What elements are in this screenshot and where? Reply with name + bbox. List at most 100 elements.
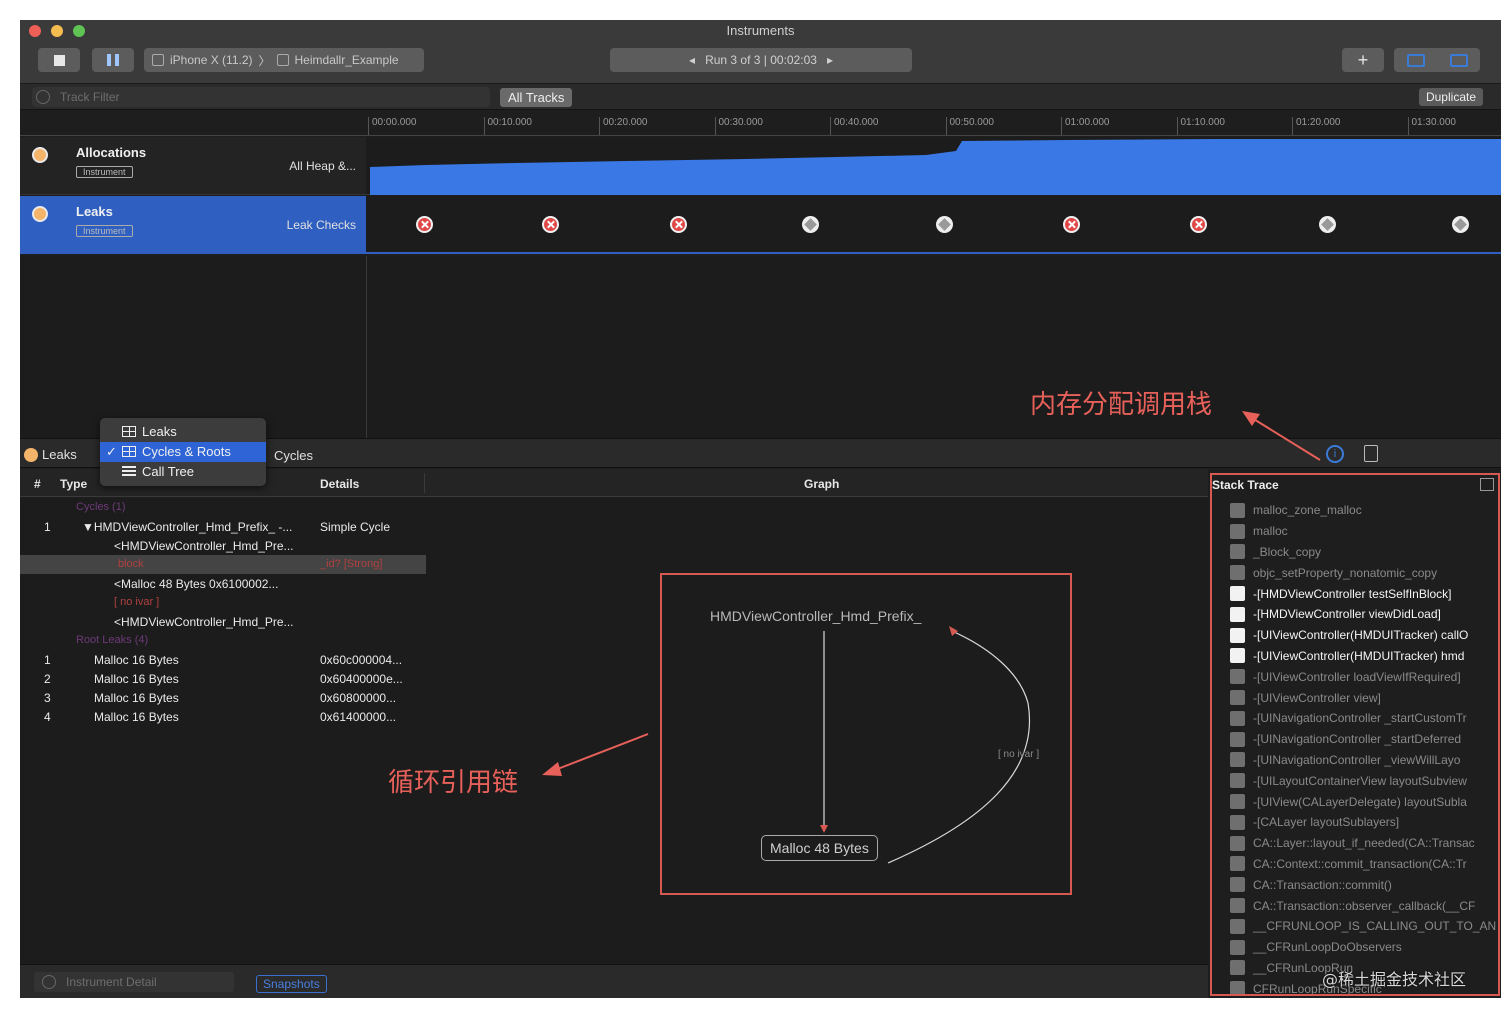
leak-detected-icon[interactable] [416,216,433,233]
row-number: 1 [44,653,51,667]
stack-frame[interactable]: CA::Layer::layout_if_needed(CA::Transac [1230,833,1498,854]
track-filter-input[interactable]: Track Filter [32,87,490,107]
no-leak-icon[interactable] [802,216,819,233]
library-icon [1230,960,1245,976]
table-row[interactable]: 2 Malloc 16 Bytes 0x60400000e... [20,669,426,688]
column-header-type[interactable]: Type [60,477,87,491]
stack-frame-label: CA::Layer::layout_if_needed(CA::Transac [1253,836,1475,851]
run-status: Run 3 of 3 | 00:02:03 [705,53,817,67]
table-row[interactable]: 3 Malloc 16 Bytes 0x60800000... [20,688,426,707]
collapse-icon[interactable] [1480,478,1494,491]
chevron-left-icon[interactable]: ◂ [689,53,695,67]
chevron-right-icon[interactable]: ▸ [827,53,833,67]
stack-frame-label: malloc [1253,524,1288,539]
table-row[interactable]: 4 Malloc 16 Bytes 0x61400000... [20,707,426,726]
user-code-icon [1230,606,1245,622]
table-row[interactable]: 1 Malloc 16 Bytes 0x60c000004... [20,650,426,669]
stack-frame[interactable]: -[UINavigationController _viewWillLayo [1230,750,1498,771]
menu-item-call-tree[interactable]: Call Tree [100,462,266,482]
bottom-panel-icon[interactable] [1406,53,1425,67]
library-icon [1230,918,1245,934]
stack-frame[interactable]: _Block_copy [1230,542,1498,563]
library-icon [1230,939,1245,955]
right-panel-icon[interactable] [1449,53,1468,67]
stack-frame[interactable]: objc_setProperty_nonatomic_copy [1230,562,1498,583]
stack-frame[interactable]: -[HMDViewController viewDidLoad] [1230,604,1498,625]
stack-frame-label: malloc_zone_malloc [1253,503,1362,518]
stack-frame[interactable]: -[CALayer layoutSublayers] [1230,812,1498,833]
table-row[interactable]: block _id? [Strong] [20,555,426,574]
menu-item-cycles-roots[interactable]: ✓ Cycles & Roots [100,442,266,462]
stack-frame[interactable]: malloc_zone_malloc [1230,500,1498,521]
duplicate-button[interactable]: Duplicate [1418,88,1483,106]
library-icon [1230,544,1245,560]
timeline-empty-area [20,256,1501,438]
stack-frame[interactable]: -[UINavigationController _startCustomTr [1230,708,1498,729]
graph-node-viewcontroller[interactable]: HMDViewController_Hmd_Prefix_ [710,608,921,624]
allocations-plot[interactable] [366,137,1501,195]
stack-frame[interactable]: -[UINavigationController _startDeferred [1230,729,1498,750]
leak-detected-icon[interactable] [670,216,687,233]
stack-frame-label: CA::Transaction::observer_callback(__CF [1253,898,1476,913]
track-header-leaks[interactable]: Leaks Instrument Leak Checks [20,196,366,254]
no-leak-icon[interactable] [1319,216,1336,233]
leak-detected-icon[interactable] [542,216,559,233]
no-leak-icon[interactable] [936,216,953,233]
library-icon [1230,814,1245,830]
stack-frame[interactable]: malloc [1230,521,1498,542]
table-row[interactable]: <Malloc 48 Bytes 0x6100002... [20,574,426,593]
ruler-tick: 01:20.000 [1292,117,1341,135]
stack-frame[interactable]: -[UIView(CALayerDelegate) layoutSubla [1230,791,1498,812]
library-icon [1230,502,1245,518]
device-target-selector[interactable]: iPhone X (11.2) 〉 Heimdallr_Example [144,48,424,72]
table-row[interactable]: <HMDViewController_Hmd_Pre... [20,536,426,555]
stack-frame[interactable]: -[UIViewController view] [1230,687,1498,708]
column-header-graph[interactable]: Graph [804,477,839,491]
document-icon[interactable] [1364,445,1378,462]
graph-node-malloc[interactable]: Malloc 48 Bytes [761,835,878,861]
stack-frame[interactable]: CA::Transaction::observer_callback(__CF [1230,895,1498,916]
table-row[interactable]: 1 ▼HMDViewController_Hmd_Prefix_ -... Simp… [20,517,426,536]
stack-frame[interactable]: -[UIViewController loadViewIfRequired] [1230,666,1498,687]
snapshots-button[interactable]: Snapshots [256,975,327,993]
leak-detected-icon[interactable] [1190,216,1207,233]
pause-recording-button[interactable] [92,48,134,72]
timeline-ruler[interactable]: 00:00.000 00:10.000 00:20.000 00:30.000 00:4… [366,111,1501,136]
all-tracks-button[interactable]: All Tracks [500,88,573,107]
stack-frame[interactable]: CA::Context::commit_transaction(CA::Tr [1230,854,1498,875]
stack-frame[interactable]: -[UIViewController(HMDUITracker) callO [1230,625,1498,646]
device-label: iPhone X (11.2) [170,53,253,67]
layout-toggle-group[interactable] [1394,48,1480,72]
leak-checks-plot[interactable] [366,196,1501,254]
filter-icon [36,90,50,104]
stack-frame[interactable]: __CFRUNLOOP_IS_CALLING_OUT_TO_AN [1230,916,1498,937]
table-row[interactable]: Cycles (1) [20,498,426,517]
library-icon [1230,669,1245,685]
run-selector[interactable]: ◂ Run 3 of 3 | 00:02:03 ▸ [610,48,912,72]
leaks-icon [24,447,38,462]
track-header-allocations[interactable]: Allocations Instrument All Heap &... [20,137,366,195]
ruler-tick: 00:40.000 [830,117,879,135]
menu-item-leaks[interactable]: Leaks [100,422,266,442]
stack-frame[interactable]: -[UILayoutContainerView layoutSubview [1230,770,1498,791]
stack-frame[interactable]: CA::Transaction::commit() [1230,874,1498,895]
stop-recording-button[interactable] [38,48,80,72]
column-header-number[interactable]: # [34,477,41,491]
info-icon[interactable]: i [1326,445,1344,463]
stack-frame[interactable]: __CFRunLoopDoObservers [1230,937,1498,958]
breadcrumb-leaks[interactable]: Leaks [24,447,77,462]
stack-frame[interactable]: -[HMDViewController testSelfInBlock] [1230,583,1498,604]
leak-detected-icon[interactable] [1063,216,1080,233]
column-header-details[interactable]: Details [320,477,359,491]
stack-trace-list[interactable]: malloc_zone_mallocmalloc _Block_copy objc_… [1230,500,1498,994]
no-leak-icon[interactable] [1452,216,1469,233]
row-details: 0x61400000... [320,710,397,724]
stack-frame[interactable]: -[UIViewController(HMDUITracker) hmd [1230,646,1498,667]
breadcrumb-cycles[interactable]: Cycles [274,448,313,463]
table-row[interactable]: <HMDViewController_Hmd_Pre... [20,612,426,631]
table-row[interactable]: Root Leaks (4) [20,631,426,650]
section-label: Cycles (1) [76,501,126,513]
instrument-detail-filter[interactable]: Instrument Detail [34,972,234,992]
table-row[interactable]: [ no ivar ] [20,593,426,612]
add-instrument-button[interactable]: + [1342,48,1384,72]
